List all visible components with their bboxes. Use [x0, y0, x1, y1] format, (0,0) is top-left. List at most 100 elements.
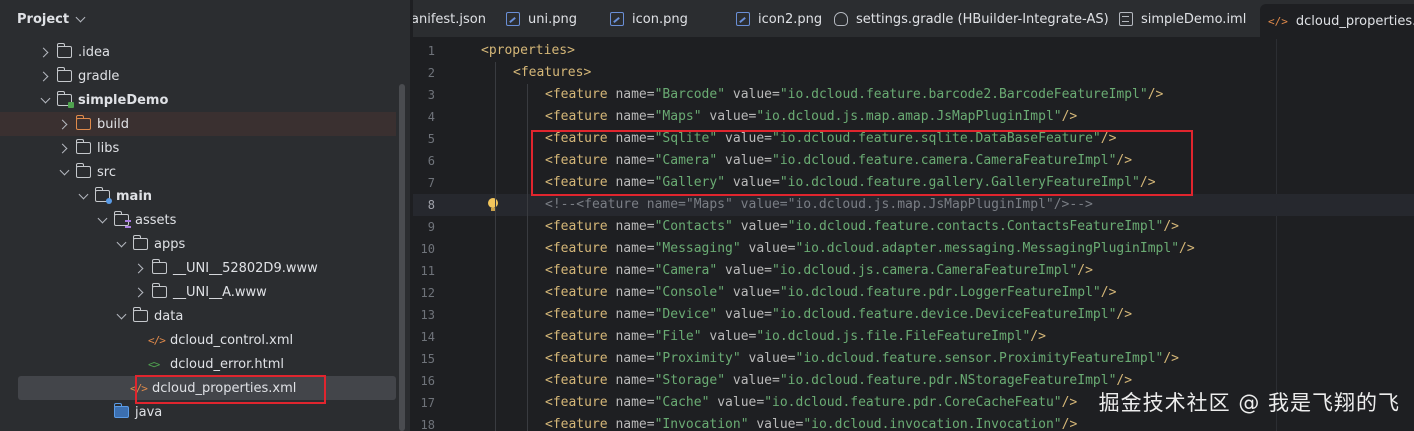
chevron-right-icon[interactable]: [37, 68, 53, 84]
tree-item[interactable]: <> dcloud_error.html: [0, 352, 396, 376]
tree-item[interactable]: main: [0, 184, 396, 208]
attr-value: io.dcloud.js.file.FileFeatureImpl: [764, 329, 1023, 344]
attr-value: Sqlite: [662, 131, 710, 146]
tag-name: <feature: [545, 417, 616, 431]
code-line[interactable]: 2 <features>: [413, 62, 1414, 84]
attr-name: value=: [709, 395, 765, 410]
code-line[interactable]: 10 <feature name="Messaging" value="io.dc…: [413, 238, 1414, 260]
folder-icon: [56, 67, 72, 82]
xml-file-icon: </>: [130, 381, 148, 395]
editor-tab[interactable]: uni.png: [498, 0, 577, 37]
attr-value: File: [662, 329, 694, 344]
code-line[interactable]: 9 <feature name="Contacts" value="io.dclo…: [413, 216, 1414, 238]
code-line[interactable]: 6 <feature name="Camera" value="io.dcloud…: [413, 150, 1414, 172]
chevron-down-icon[interactable]: [75, 12, 86, 22]
editor-tab[interactable]: </> dcloud_properties.x: [1260, 4, 1414, 37]
editor-tab[interactable]: anifest.json: [413, 0, 486, 37]
tree-item[interactable]: libs: [0, 136, 396, 160]
quote: ": [772, 307, 780, 322]
lightbulb-icon[interactable]: [488, 198, 498, 211]
resource-folder-icon: [113, 211, 131, 228]
tag-close: />: [1139, 175, 1156, 190]
editor-tab-label: uni.png: [528, 11, 577, 27]
chevron-right-icon[interactable]: [56, 116, 72, 132]
quote: ": [693, 329, 702, 344]
watermark: 掘金技术社区 @ 我是飞翔的飞: [1098, 391, 1400, 415]
code-line[interactable]: 3 <feature name="Barcode" value="io.dclou…: [413, 84, 1414, 106]
tree-item[interactable]: assets: [0, 208, 396, 232]
code-line[interactable]: 14 <feature name="File" value="io.dcloud.…: [413, 326, 1414, 348]
tree-item[interactable]: data: [0, 304, 396, 328]
project-header[interactable]: Project: [0, 0, 410, 38]
quote: ": [803, 417, 812, 431]
tree-item[interactable]: gradle: [0, 64, 396, 88]
project-scrollbar[interactable]: [399, 84, 405, 431]
quote: ": [764, 395, 773, 410]
attr-value: Camera: [662, 153, 710, 168]
attr-name: value=: [748, 417, 804, 431]
quote: ": [1053, 417, 1062, 431]
chevron-down-icon[interactable]: [75, 188, 91, 204]
editor-tab[interactable]: icon.png: [602, 0, 688, 37]
quote: ": [1092, 131, 1101, 146]
tag-name: properties: [488, 43, 568, 58]
code-line[interactable]: 7 <feature name="Gallery" value="io.dclou…: [413, 172, 1414, 194]
attr-name: value=: [717, 131, 773, 146]
code-line[interactable]: 13 <feature name="Device" value="io.dclou…: [413, 304, 1414, 326]
attr-name: name=: [615, 241, 655, 256]
code-line[interactable]: 11 <feature name="Camera" value="io.dclou…: [413, 260, 1414, 282]
tree-item[interactable]: java: [0, 400, 396, 424]
chevron-down-icon[interactable]: [113, 236, 129, 252]
editor-tab[interactable]: simpleDemo.iml: [1111, 0, 1246, 37]
editor-tab-bar: anifest.json uni.png icon.png icon2.png sett…: [413, 0, 1414, 38]
project-title: Project: [17, 11, 70, 27]
chevron-right-icon[interactable]: [132, 260, 148, 276]
tree-item[interactable]: src: [0, 160, 396, 184]
editor-tab[interactable]: icon2.png: [728, 0, 822, 37]
quote: ": [1053, 395, 1062, 410]
tree-item[interactable]: build: [0, 112, 396, 136]
tag-close: />: [1100, 285, 1117, 300]
editor-tab[interactable]: settings.gradle (HBuilder-Integrate-AS): [826, 0, 1109, 37]
code-line[interactable]: 5 <feature name="Sqlite" value="io.dcloud…: [413, 128, 1414, 150]
editor-tab-label: settings.gradle (HBuilder-Integrate-AS): [856, 11, 1109, 27]
code-editor[interactable]: 1 <properties> 2 <features> 3 <feature name="…: [413, 39, 1414, 431]
code-text: <feature name="Storage" value="io.dcloud…: [545, 370, 1132, 392]
chevron-right-icon[interactable]: [132, 284, 148, 300]
tree-item-label: .idea: [78, 44, 110, 60]
attr-name: name=: [615, 153, 655, 168]
chevron-right-icon[interactable]: [56, 140, 72, 156]
quote: ": [779, 175, 788, 190]
chevron-right-icon[interactable]: [37, 44, 53, 60]
chevron-down-icon[interactable]: [37, 92, 53, 108]
code-line[interactable]: 1 <properties>: [413, 40, 1414, 62]
no-chevron: [94, 404, 110, 420]
chevron-down-icon[interactable]: [94, 212, 110, 228]
tree-item-label: dcloud_properties.xml: [152, 380, 297, 396]
tree-item[interactable]: </> dcloud_control.xml: [0, 328, 396, 352]
editor-tab-label: anifest.json: [413, 11, 486, 27]
tree-item[interactable]: simpleDemo: [0, 88, 396, 112]
code-line[interactable]: 12 <feature name="Console" value="io.dclo…: [413, 282, 1414, 304]
tag-close: />: [1147, 87, 1164, 102]
quote: ": [772, 153, 780, 168]
code-text: <feature name="Contacts" value="io.dclou…: [545, 216, 1179, 238]
tag-name: <feature: [545, 373, 616, 388]
tag-close: />: [1100, 131, 1117, 146]
attr-value: io.dcloud.invocation.Invocation: [811, 417, 1054, 431]
tree-item[interactable]: .idea: [0, 40, 396, 64]
tree-item[interactable]: __UNI__52802D9.www: [0, 256, 396, 280]
folder-icon: [132, 235, 148, 250]
code-line[interactable]: 8 <!--<feature name="Maps" value="io.dclo…: [413, 194, 1414, 216]
chevron-down-icon[interactable]: [56, 164, 72, 180]
chevron-down-icon[interactable]: [113, 308, 129, 324]
code-line[interactable]: 4 <feature name="Maps" value="io.dcloud.j…: [413, 106, 1414, 128]
attr-value: Camera: [662, 263, 710, 278]
folder-icon: [151, 283, 167, 298]
code-text: <feature name="Sqlite" value="io.dcloud.…: [545, 128, 1116, 150]
code-line[interactable]: 15 <feature name="Proximity" value="io.dc…: [413, 348, 1414, 370]
line-number: 3: [427, 88, 435, 102]
tree-item[interactable]: apps: [0, 232, 396, 256]
tree-item[interactable]: </> dcloud_properties.xml: [18, 376, 396, 400]
tree-item[interactable]: __UNI__A.www: [0, 280, 396, 304]
